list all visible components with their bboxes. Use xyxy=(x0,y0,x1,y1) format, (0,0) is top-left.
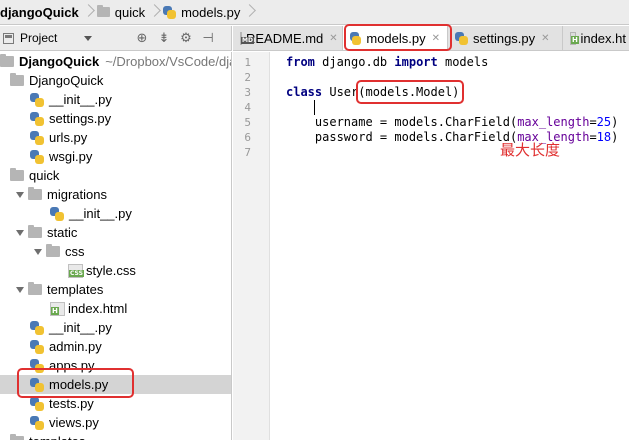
python-file-icon xyxy=(30,415,44,430)
folder-icon xyxy=(28,225,42,238)
tab-index[interactable]: H index.ht xyxy=(563,26,629,50)
tree-item-urls[interactable]: urls.py xyxy=(0,128,231,147)
tree-item-templates[interactable]: templates xyxy=(0,280,231,299)
folder-icon xyxy=(10,434,24,440)
code-line-5: username = models.CharField(max_length=2… xyxy=(286,115,619,129)
project-view-selector[interactable]: Project xyxy=(20,31,84,45)
tree-item-migrations[interactable]: migrations xyxy=(0,185,231,204)
python-file-icon xyxy=(30,130,44,145)
tree-item-migrations-init[interactable]: __init__.py xyxy=(0,204,231,223)
scroll-from-source-icon[interactable]: ⊕ xyxy=(134,30,150,46)
expand-arrow-icon[interactable] xyxy=(16,191,24,198)
folder-icon xyxy=(28,282,42,295)
css-file-icon: CSS xyxy=(68,263,84,278)
expand-arrow-icon[interactable] xyxy=(16,229,24,236)
python-file-icon xyxy=(50,206,64,221)
tree-item-models[interactable]: models.py xyxy=(0,375,231,394)
tab-models[interactable]: models.py ✕ xyxy=(343,26,448,50)
code-line-3: class User(models.Model): xyxy=(286,85,467,99)
markdown-file-icon: MD xyxy=(240,32,254,45)
expand-arrow-icon[interactable] xyxy=(34,248,42,255)
project-panel-header: Project ⊕ ⇟ ⚙ ⊣ xyxy=(0,26,232,51)
tree-item-admin[interactable]: admin.py xyxy=(0,337,231,356)
python-file-icon xyxy=(30,339,44,354)
tree-item-apps[interactable]: apps.py xyxy=(0,356,231,375)
close-icon[interactable]: ✕ xyxy=(541,33,549,44)
line-number-gutter: 1 2 3 4 5 6 7 xyxy=(233,52,270,440)
line-number: 6 xyxy=(244,131,251,144)
folder-icon xyxy=(10,73,24,86)
chevron-down-icon[interactable] xyxy=(84,35,92,41)
folder-icon xyxy=(28,187,42,200)
python-file-icon xyxy=(30,320,44,335)
tree-item-views[interactable]: views.py xyxy=(0,413,231,432)
line-number: 1 xyxy=(244,56,251,69)
folder-icon xyxy=(46,244,60,257)
html-file-icon: H xyxy=(50,301,65,316)
tab-settings[interactable]: settings.py ✕ xyxy=(448,26,563,50)
line-number: 3 xyxy=(244,86,251,99)
breadcrumb-separator xyxy=(84,0,92,25)
folder-icon xyxy=(96,5,110,17)
annotation-label: 最大长度 xyxy=(500,141,561,159)
python-file-icon xyxy=(30,92,44,107)
close-icon[interactable]: ✕ xyxy=(329,33,337,44)
tree-item-tests[interactable]: tests.py xyxy=(0,394,231,413)
tree-item-root[interactable]: DjangoQuick ~/Dropbox/VsCode/dja xyxy=(0,52,231,71)
gear-icon[interactable]: ⚙ xyxy=(178,30,194,46)
tree-item-css[interactable]: css xyxy=(0,242,231,261)
code-editor[interactable]: from django.db import models class User(… xyxy=(286,55,629,440)
text-cursor xyxy=(314,100,315,115)
project-tree: DjangoQuick ~/Dropbox/VsCode/dja DjangoQ… xyxy=(0,52,232,440)
hide-panel-icon[interactable]: ⊣ xyxy=(200,30,216,46)
folder-icon xyxy=(10,168,24,181)
breadcrumb-item-project[interactable]: djangoQuick xyxy=(0,0,82,25)
python-file-icon xyxy=(455,32,468,45)
line-number: 2 xyxy=(244,71,251,84)
python-file-icon xyxy=(30,377,44,392)
collapse-all-icon[interactable]: ⇟ xyxy=(156,30,172,46)
tree-item-style-css[interactable]: CSS style.css xyxy=(0,261,231,280)
breadcrumb-separator xyxy=(245,0,253,25)
tree-item-quick-init[interactable]: __init__.py xyxy=(0,318,231,337)
line-number: 4 xyxy=(244,101,251,114)
code-line-6: password = models.CharField(max_length=1… xyxy=(286,130,619,144)
expand-arrow-icon[interactable] xyxy=(16,286,24,293)
close-icon[interactable]: ✕ xyxy=(432,33,440,44)
python-file-icon xyxy=(30,358,44,373)
python-file-icon xyxy=(30,111,44,126)
tree-item-quick[interactable]: quick xyxy=(0,166,231,185)
tree-item-root-templates[interactable]: templates xyxy=(0,432,231,440)
breadcrumb-item-quick[interactable]: quick xyxy=(94,0,148,25)
tree-item-settings[interactable]: settings.py xyxy=(0,109,231,128)
line-number: 7 xyxy=(244,146,251,159)
tree-item-static[interactable]: static xyxy=(0,223,231,242)
tab-readme[interactable]: MD README.md ✕ xyxy=(233,26,343,50)
python-file-icon xyxy=(30,149,44,164)
python-file-icon xyxy=(30,396,44,411)
breadcrumb-separator xyxy=(150,0,158,25)
code-line-1: from django.db import models xyxy=(286,55,489,69)
tree-item-wsgi[interactable]: wsgi.py xyxy=(0,147,231,166)
breadcrumb-item-models[interactable]: models.py xyxy=(160,0,243,25)
tree-item-init[interactable]: __init__.py xyxy=(0,90,231,109)
breadcrumb: djangoQuick quick models.py xyxy=(0,0,629,25)
python-file-icon xyxy=(350,32,362,45)
tree-item-index-html[interactable]: H index.html xyxy=(0,299,231,318)
python-file-icon xyxy=(163,5,177,19)
editor-tabs: MD README.md ✕ models.py ✕ settings.py ✕… xyxy=(233,26,629,51)
folder-icon xyxy=(0,54,14,67)
project-view-icon xyxy=(3,32,14,44)
line-number: 5 xyxy=(244,116,251,129)
tree-item-djangoquick[interactable]: DjangoQuick xyxy=(0,71,231,90)
html-file-icon: H xyxy=(570,32,579,45)
